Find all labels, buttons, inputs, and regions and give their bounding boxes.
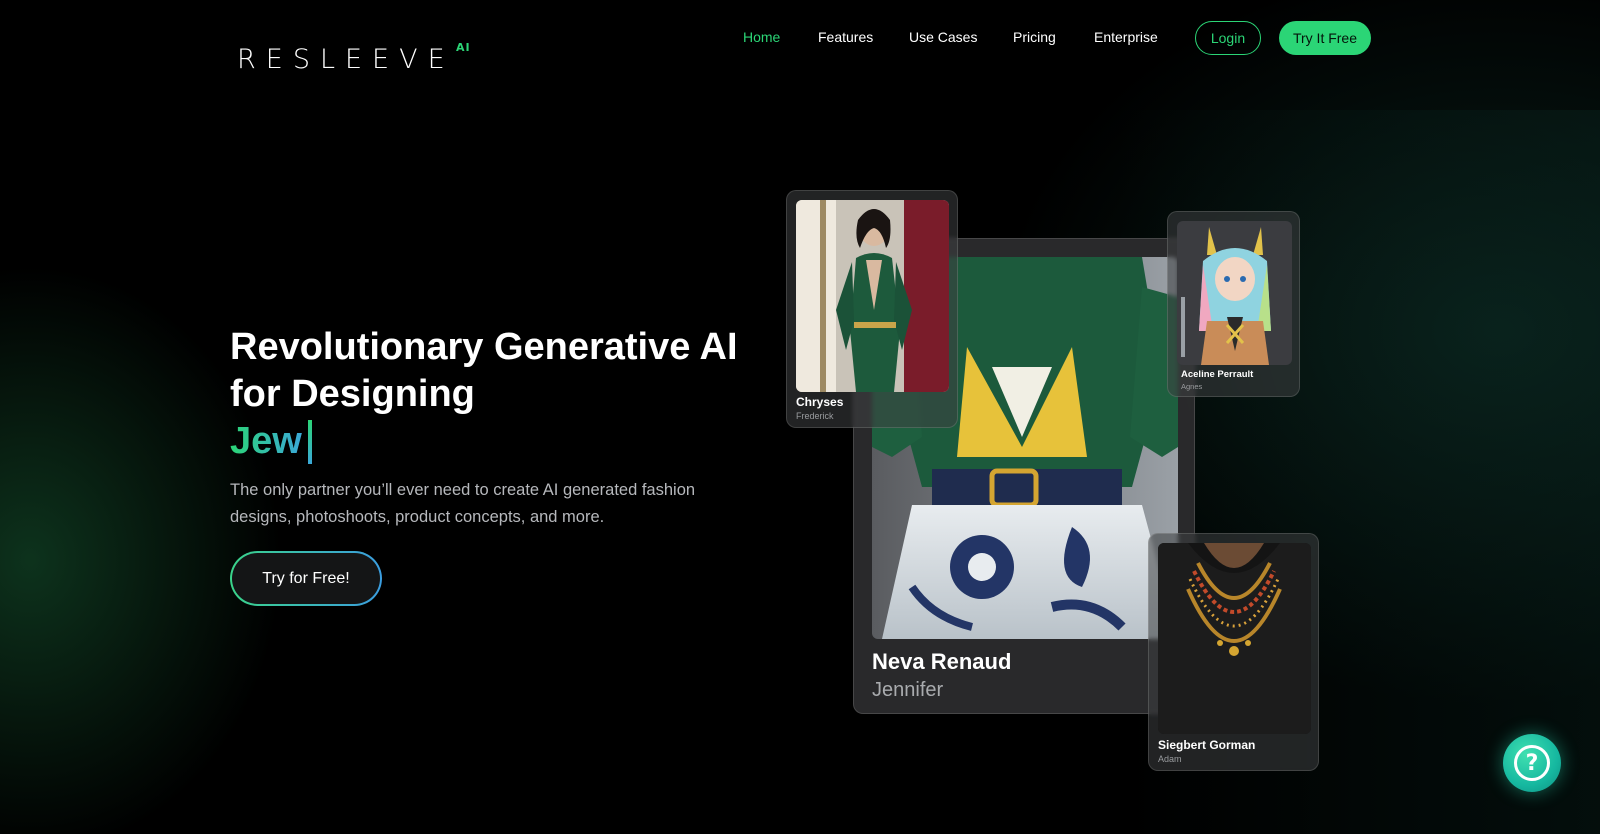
card-name: Neva Renaud xyxy=(872,649,1012,674)
card-image-green-gown xyxy=(796,200,949,392)
try-for-free-label: Try for Free! xyxy=(232,553,380,604)
hero-title: Revolutionary Generative AI for Designin… xyxy=(230,326,738,415)
nav-enterprise[interactable]: Enterprise xyxy=(1094,29,1158,45)
nav-use-cases[interactable]: Use Cases xyxy=(909,29,977,45)
design-card-bottom-right[interactable]: Siegbert Gorman Adam xyxy=(1148,533,1319,771)
card-image-jewelry xyxy=(1158,543,1311,734)
nav-pricing[interactable]: Pricing xyxy=(1013,29,1056,45)
design-card-top-left[interactable]: Chryses Frederick xyxy=(786,190,958,428)
card-image-character xyxy=(1177,221,1292,365)
question-icon: ? xyxy=(1514,745,1550,781)
typing-caret xyxy=(308,420,312,464)
card-creator: Agnes xyxy=(1181,382,1203,391)
try-for-free-button[interactable]: Try for Free! xyxy=(230,551,382,606)
design-card-top-right[interactable]: Aceline Perrault Agnes xyxy=(1167,211,1300,397)
hero-typed-text: Jew xyxy=(230,418,302,465)
card-name: Aceline Perrault xyxy=(1181,369,1254,380)
try-it-free-button[interactable]: Try It Free xyxy=(1279,21,1371,55)
nav-home[interactable]: Home xyxy=(743,29,780,45)
card-creator: Adam xyxy=(1158,754,1182,764)
card-creator: Frederick xyxy=(796,411,834,421)
card-name: Chryses xyxy=(796,395,844,409)
card-name: Siegbert Gorman xyxy=(1158,738,1256,752)
login-button[interactable]: Login xyxy=(1195,21,1261,55)
card-creator: Jennifer xyxy=(872,679,944,701)
hero-subtitle: The only partner you’ll ever need to cre… xyxy=(230,481,696,526)
nav-features[interactable]: Features xyxy=(818,29,873,45)
help-button[interactable]: ? xyxy=(1503,734,1561,792)
